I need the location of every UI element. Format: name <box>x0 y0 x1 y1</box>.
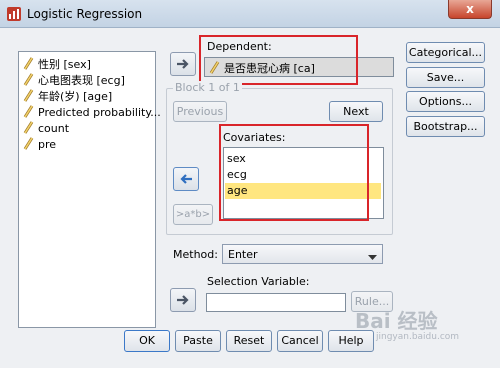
variable-label: 性别 [sex] <box>38 58 91 71</box>
variable-list[interactable]: 性别 [sex] 心电图表现 [ecg] 年龄(岁) [age] Predict… <box>18 51 161 328</box>
bootstrap-button[interactable]: Bootstrap... <box>406 116 485 137</box>
move-to-covariates-button[interactable] <box>173 167 199 191</box>
watermark: Bai 经验 <box>355 309 438 333</box>
chevron-down-icon <box>368 251 377 264</box>
watermark-url: jingyan.baidu.com <box>376 332 460 342</box>
options-button[interactable]: Options... <box>406 91 485 112</box>
arrow-left-icon <box>180 174 192 184</box>
list-item[interactable]: pre <box>23 137 56 153</box>
ruler-icon <box>23 121 34 134</box>
method-select[interactable]: Enter <box>222 244 383 264</box>
window-title: Logistic Regression <box>27 7 143 21</box>
paste-button[interactable]: Paste <box>175 330 221 352</box>
cancel-button[interactable]: Cancel <box>277 330 323 352</box>
list-item[interactable]: 年龄(岁) [age] <box>23 89 112 105</box>
variable-label: count <box>38 122 70 135</box>
interaction-button[interactable]: >a*b> <box>173 204 213 225</box>
move-to-dependent-button[interactable] <box>170 52 196 76</box>
method-value: Enter <box>228 248 258 261</box>
list-item[interactable]: count <box>23 121 69 137</box>
previous-button[interactable]: Previous <box>173 101 227 122</box>
ruler-icon <box>23 57 34 70</box>
arrow-right-icon <box>177 59 189 69</box>
list-item[interactable]: 心电图表现 [ecg] <box>23 73 125 89</box>
ruler-icon <box>23 73 34 86</box>
selection-field[interactable] <box>206 293 346 312</box>
ruler-icon <box>23 89 34 102</box>
arrow-right-icon <box>177 295 189 305</box>
reset-button[interactable]: Reset <box>226 330 272 352</box>
variable-label: Predicted probability... <box>38 106 161 119</box>
variable-label: 年龄(岁) [age] <box>38 90 113 103</box>
close-button[interactable]: x <box>448 0 492 19</box>
selection-label: Selection Variable: <box>207 275 310 288</box>
move-to-selection-button[interactable] <box>170 288 196 312</box>
title-bar: Logistic Regression x <box>0 0 500 28</box>
ruler-icon <box>23 105 34 118</box>
ruler-icon <box>23 137 34 150</box>
variable-label: pre <box>38 138 57 151</box>
categorical-button[interactable]: Categorical... <box>406 42 485 63</box>
ok-button[interactable]: OK <box>124 330 170 352</box>
variable-label: 心电图表现 [ecg] <box>38 74 125 87</box>
next-button[interactable]: Next <box>329 101 383 122</box>
save-button[interactable]: Save... <box>406 67 485 88</box>
list-item[interactable]: 性别 [sex] <box>23 57 91 73</box>
annotation-box <box>199 35 358 85</box>
app-icon <box>6 6 22 22</box>
method-label: Method: <box>173 248 218 261</box>
block-label: Block 1 of 1 <box>173 81 242 94</box>
annotation-box <box>219 124 369 221</box>
list-item[interactable]: Predicted probability... <box>23 105 161 121</box>
